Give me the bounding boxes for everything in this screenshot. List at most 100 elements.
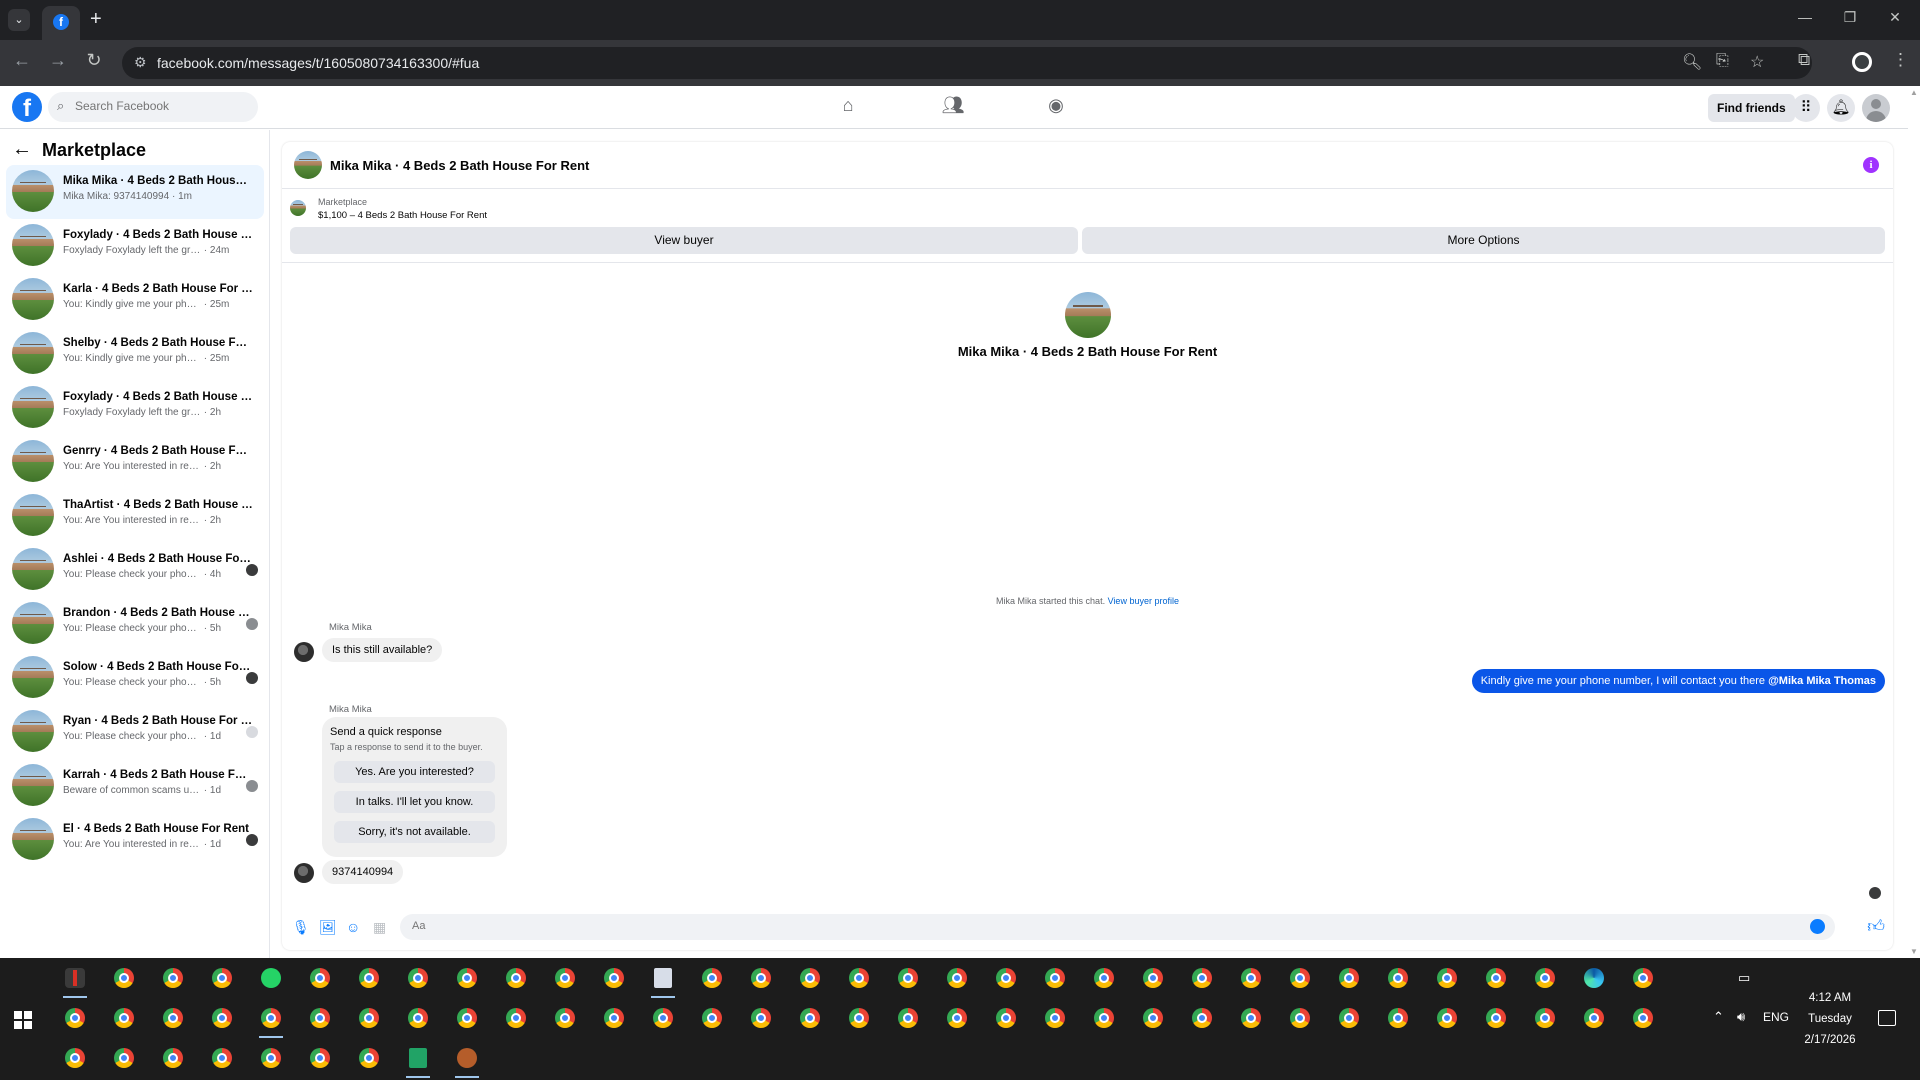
new-tab-plus-icon[interactable]: + bbox=[90, 8, 102, 31]
chrome-app-icon[interactable] bbox=[1623, 960, 1663, 998]
conversation-item[interactable]: ThaArtist · 4 Beds 2 Bath House For Rent… bbox=[6, 489, 264, 543]
chrome-app-icon[interactable] bbox=[545, 960, 585, 998]
chrome-app-icon[interactable] bbox=[839, 960, 879, 998]
emoji-icon[interactable] bbox=[1810, 919, 1825, 934]
back-arrow-icon[interactable]: ← bbox=[10, 50, 34, 71]
page-scrollbar[interactable]: ▲ ▼ bbox=[1908, 86, 1920, 958]
chrome-app-icon[interactable] bbox=[202, 1040, 242, 1078]
browser-menu-icon[interactable]: ⋮ bbox=[1892, 50, 1909, 70]
chrome-app-icon[interactable] bbox=[496, 960, 536, 998]
chrome-app-icon[interactable] bbox=[1182, 960, 1222, 998]
chrome-app-icon[interactable] bbox=[1378, 1000, 1418, 1038]
conversation-item[interactable]: Foxylady · 4 Beds 2 Bath House For Rent F… bbox=[6, 381, 264, 435]
chrome-app-icon[interactable] bbox=[888, 960, 928, 998]
spreadsheet-app-icon[interactable] bbox=[398, 1040, 438, 1078]
conversation-item[interactable]: Brandon · 4 Beds 2 Bath House For Rent Yo… bbox=[6, 597, 264, 651]
conversation-item[interactable]: Solow · 4 Beds 2 Bath House For Rent You:… bbox=[6, 651, 264, 705]
chrome-app-icon[interactable] bbox=[153, 1000, 193, 1038]
chat-title[interactable]: Mika Mika · 4 Beds 2 Bath House For Rent bbox=[330, 158, 589, 173]
system-clock[interactable]: 4:12 AM Tuesday 2/17/2026 bbox=[1796, 988, 1864, 1051]
volume-icon[interactable]: 🔊︎ bbox=[1737, 1009, 1745, 1025]
bell-icon[interactable]: 🔔︎ bbox=[1827, 94, 1855, 122]
groups-icon[interactable]: ◉ bbox=[1041, 95, 1071, 116]
conversation-item[interactable]: Foxylady · 4 Beds 2 Bath House For Rent F… bbox=[6, 219, 264, 273]
chrome-app-icon[interactable] bbox=[251, 1040, 291, 1078]
chrome-app-icon[interactable] bbox=[1476, 1000, 1516, 1038]
facebook-search[interactable]: ⌕ bbox=[48, 92, 258, 122]
chrome-app-icon[interactable] bbox=[1280, 1000, 1320, 1038]
zoom-icon[interactable]: 🔍︎ bbox=[1682, 52, 1702, 72]
sticker-icon[interactable]: ☺ bbox=[346, 919, 360, 935]
incoming-message[interactable]: 9374140994 bbox=[322, 860, 404, 884]
chrome-app-icon[interactable] bbox=[104, 1000, 144, 1038]
chrome-app-icon[interactable] bbox=[202, 960, 242, 998]
edge-app-icon[interactable] bbox=[1574, 960, 1614, 998]
minimize-icon[interactable]: — bbox=[1790, 9, 1820, 25]
chrome-app-icon[interactable] bbox=[1329, 1000, 1369, 1038]
facebook-logo-icon[interactable]: f bbox=[12, 92, 42, 122]
chrome-app-icon[interactable] bbox=[643, 1000, 683, 1038]
bookmark-star-icon[interactable]: ☆ bbox=[1750, 52, 1764, 72]
chrome-app-icon[interactable] bbox=[1182, 1000, 1222, 1038]
chrome-app-icon[interactable] bbox=[1084, 1000, 1124, 1038]
chrome-app-icon[interactable] bbox=[790, 1000, 830, 1038]
close-icon[interactable]: ✕ bbox=[1880, 9, 1910, 26]
whatsapp-app-icon[interactable] bbox=[251, 960, 291, 998]
chrome-app-icon[interactable] bbox=[1525, 960, 1565, 998]
reload-icon[interactable]: ↻ bbox=[82, 50, 106, 71]
back-arrow-icon[interactable]: ← bbox=[12, 138, 32, 161]
chrome-app-icon[interactable] bbox=[594, 1000, 634, 1038]
quick-response-option[interactable]: Yes. Are you interested? bbox=[334, 761, 495, 783]
tab-facebook[interactable]: f bbox=[42, 6, 80, 40]
tab-search-chevron-down-icon[interactable]: ⌄ bbox=[8, 9, 30, 31]
view-buyer-profile-link[interactable]: View buyer profile bbox=[1108, 596, 1179, 606]
sender-avatar[interactable] bbox=[294, 642, 314, 662]
marketplace-listing-strip[interactable]: Marketplace $1,100 – 4 Beds 2 Bath House… bbox=[282, 192, 1893, 222]
chrome-app-icon[interactable] bbox=[790, 960, 830, 998]
incoming-message[interactable]: Is this still available? bbox=[322, 638, 443, 662]
message-input-wrapper[interactable] bbox=[400, 914, 1835, 940]
chrome-app-icon[interactable] bbox=[251, 1000, 291, 1038]
chrome-app-icon[interactable] bbox=[1035, 960, 1075, 998]
sender-avatar[interactable] bbox=[294, 863, 314, 883]
chrome-app-icon[interactable] bbox=[1231, 1000, 1271, 1038]
chrome-app-icon[interactable] bbox=[398, 1000, 438, 1038]
chrome-app-icon[interactable] bbox=[300, 1040, 340, 1078]
chrome-app-icon[interactable] bbox=[986, 960, 1026, 998]
chrome-app-icon[interactable] bbox=[153, 1040, 193, 1078]
chrome-app-icon[interactable] bbox=[300, 1000, 340, 1038]
conversation-item[interactable]: Mika Mika · 4 Beds 2 Bath House For Rent… bbox=[6, 165, 264, 219]
pinned-app-icon[interactable] bbox=[55, 960, 95, 998]
chrome-app-icon[interactable] bbox=[104, 1040, 144, 1078]
chrome-app-icon[interactable] bbox=[1427, 960, 1467, 998]
restore-icon[interactable]: ❐ bbox=[1835, 9, 1865, 26]
address-bar[interactable]: ⚙ facebook.com/messages/t/16050807341633… bbox=[122, 47, 1812, 79]
chevron-up-icon[interactable]: ⌃ bbox=[1713, 1009, 1724, 1025]
chrome-app-icon[interactable] bbox=[1035, 1000, 1075, 1038]
chrome-app-icon[interactable] bbox=[398, 960, 438, 998]
chrome-app-icon[interactable] bbox=[888, 1000, 928, 1038]
game-app-icon[interactable] bbox=[447, 1040, 487, 1078]
conversation-item[interactable]: Ryan · 4 Beds 2 Bath House For Rent You: … bbox=[6, 705, 264, 759]
find-friends-button[interactable]: Find friends bbox=[1708, 94, 1795, 122]
grid-menu-icon[interactable]: ⠿ bbox=[1792, 94, 1820, 122]
chrome-app-icon[interactable] bbox=[55, 1040, 95, 1078]
chrome-app-icon[interactable] bbox=[1574, 1000, 1614, 1038]
chrome-app-icon[interactable] bbox=[1084, 960, 1124, 998]
more-options-button[interactable]: More Options bbox=[1082, 227, 1885, 254]
install-app-icon[interactable]: ⎘ bbox=[1716, 52, 1729, 70]
chrome-app-icon[interactable] bbox=[300, 960, 340, 998]
forward-arrow-icon[interactable]: → bbox=[46, 50, 70, 71]
extensions-puzzle-icon[interactable]: ⧉ bbox=[1798, 50, 1810, 70]
chrome-app-icon[interactable] bbox=[545, 1000, 585, 1038]
outgoing-message[interactable]: Kindly give me your phone number, I will… bbox=[1471, 669, 1885, 693]
chrome-app-icon[interactable] bbox=[447, 960, 487, 998]
chrome-app-icon[interactable] bbox=[1378, 960, 1418, 998]
photo-icon[interactable]: 🖼︎ bbox=[319, 919, 337, 936]
notification-center-icon[interactable] bbox=[1878, 1010, 1896, 1026]
chrome-app-icon[interactable] bbox=[937, 1000, 977, 1038]
chrome-app-icon[interactable] bbox=[1280, 960, 1320, 998]
conversation-item[interactable]: Shelby · 4 Beds 2 Bath House For Rent You… bbox=[6, 327, 264, 381]
message-input[interactable] bbox=[412, 920, 1792, 932]
chrome-app-icon[interactable] bbox=[1427, 1000, 1467, 1038]
